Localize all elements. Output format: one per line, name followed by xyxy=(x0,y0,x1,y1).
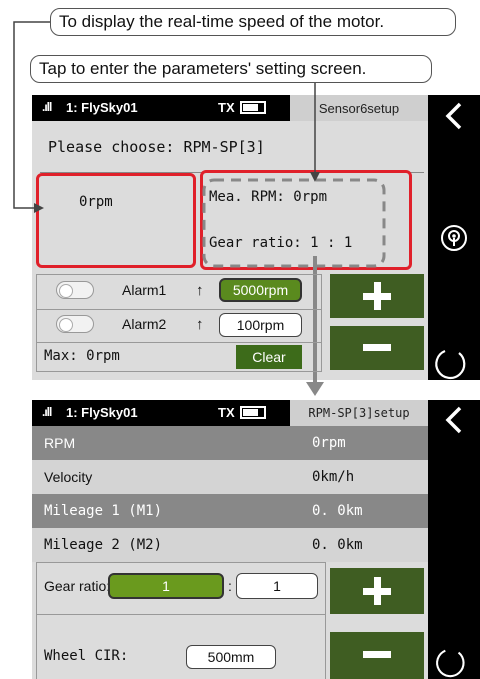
table-row[interactable]: Mileage 1 (M1) 0. 0km xyxy=(32,494,428,528)
plus-icon xyxy=(363,577,391,605)
row-value: 0rpm xyxy=(312,435,346,451)
row-label: RPM xyxy=(44,435,76,451)
alarm1-value-button[interactable]: 5000rpm xyxy=(219,278,302,302)
row-value: 0km/h xyxy=(312,469,355,485)
gear-ratio-a-input[interactable]: 1 xyxy=(108,573,224,599)
divider xyxy=(36,309,322,310)
arrow-up-icon: ↑ xyxy=(196,316,204,333)
clear-button[interactable]: Clear xyxy=(236,345,302,369)
row-value: 0. 0km xyxy=(312,537,363,553)
plus-icon xyxy=(363,282,391,310)
alarm2-label: Alarm2 xyxy=(122,316,167,332)
max-label: Max: 0rpm xyxy=(44,348,120,364)
wheel-cir-input[interactable]: 500mm xyxy=(186,645,276,669)
gear-separator: : xyxy=(228,578,232,594)
right-toolbar xyxy=(428,400,480,679)
plus-button[interactable] xyxy=(330,274,424,318)
signal-icon: .ıll xyxy=(42,405,52,419)
alarm1-toggle[interactable] xyxy=(56,281,94,299)
row-label: Velocity xyxy=(44,469,93,485)
divider xyxy=(36,342,322,343)
row-label: Mileage 1 (M1) xyxy=(44,503,163,519)
alarm2-value-button[interactable]: 100rpm xyxy=(219,313,302,337)
model-name: 1: FlySky01 xyxy=(66,405,138,420)
minus-icon xyxy=(363,344,391,351)
row-value: 0. 0km xyxy=(312,503,363,519)
table-row[interactable]: RPM 0rpm xyxy=(32,426,428,460)
screen-title: RPM-SP[3]setup xyxy=(290,400,428,426)
back-icon[interactable] xyxy=(440,404,470,436)
minus-button[interactable] xyxy=(330,326,424,370)
tx-label: TX xyxy=(218,405,235,420)
table-row[interactable]: Velocity 0km/h xyxy=(32,460,428,494)
row-label: Mileage 2 (M2) xyxy=(44,537,163,553)
gear-ratio-label: Gear ratio: xyxy=(44,578,111,594)
alarm2-toggle[interactable] xyxy=(56,315,94,333)
arrow-up-icon: ↑ xyxy=(196,282,204,299)
gear-ratio-b-input[interactable]: 1 xyxy=(236,573,318,599)
minus-button[interactable] xyxy=(330,632,424,679)
power-circle-icon[interactable] xyxy=(433,645,469,679)
battery-icon xyxy=(240,406,266,419)
plus-button[interactable] xyxy=(330,568,424,614)
divider xyxy=(36,614,326,615)
wheel-cir-label: Wheel CIR: xyxy=(44,648,129,664)
table-row[interactable]: Mileage 2 (M2) 0. 0km xyxy=(32,528,428,562)
alarm1-label: Alarm1 xyxy=(122,282,167,298)
status-bar: .ıll 1: FlySky01 TX RPM-SP[3]setup xyxy=(32,400,428,426)
minus-icon xyxy=(363,651,391,658)
